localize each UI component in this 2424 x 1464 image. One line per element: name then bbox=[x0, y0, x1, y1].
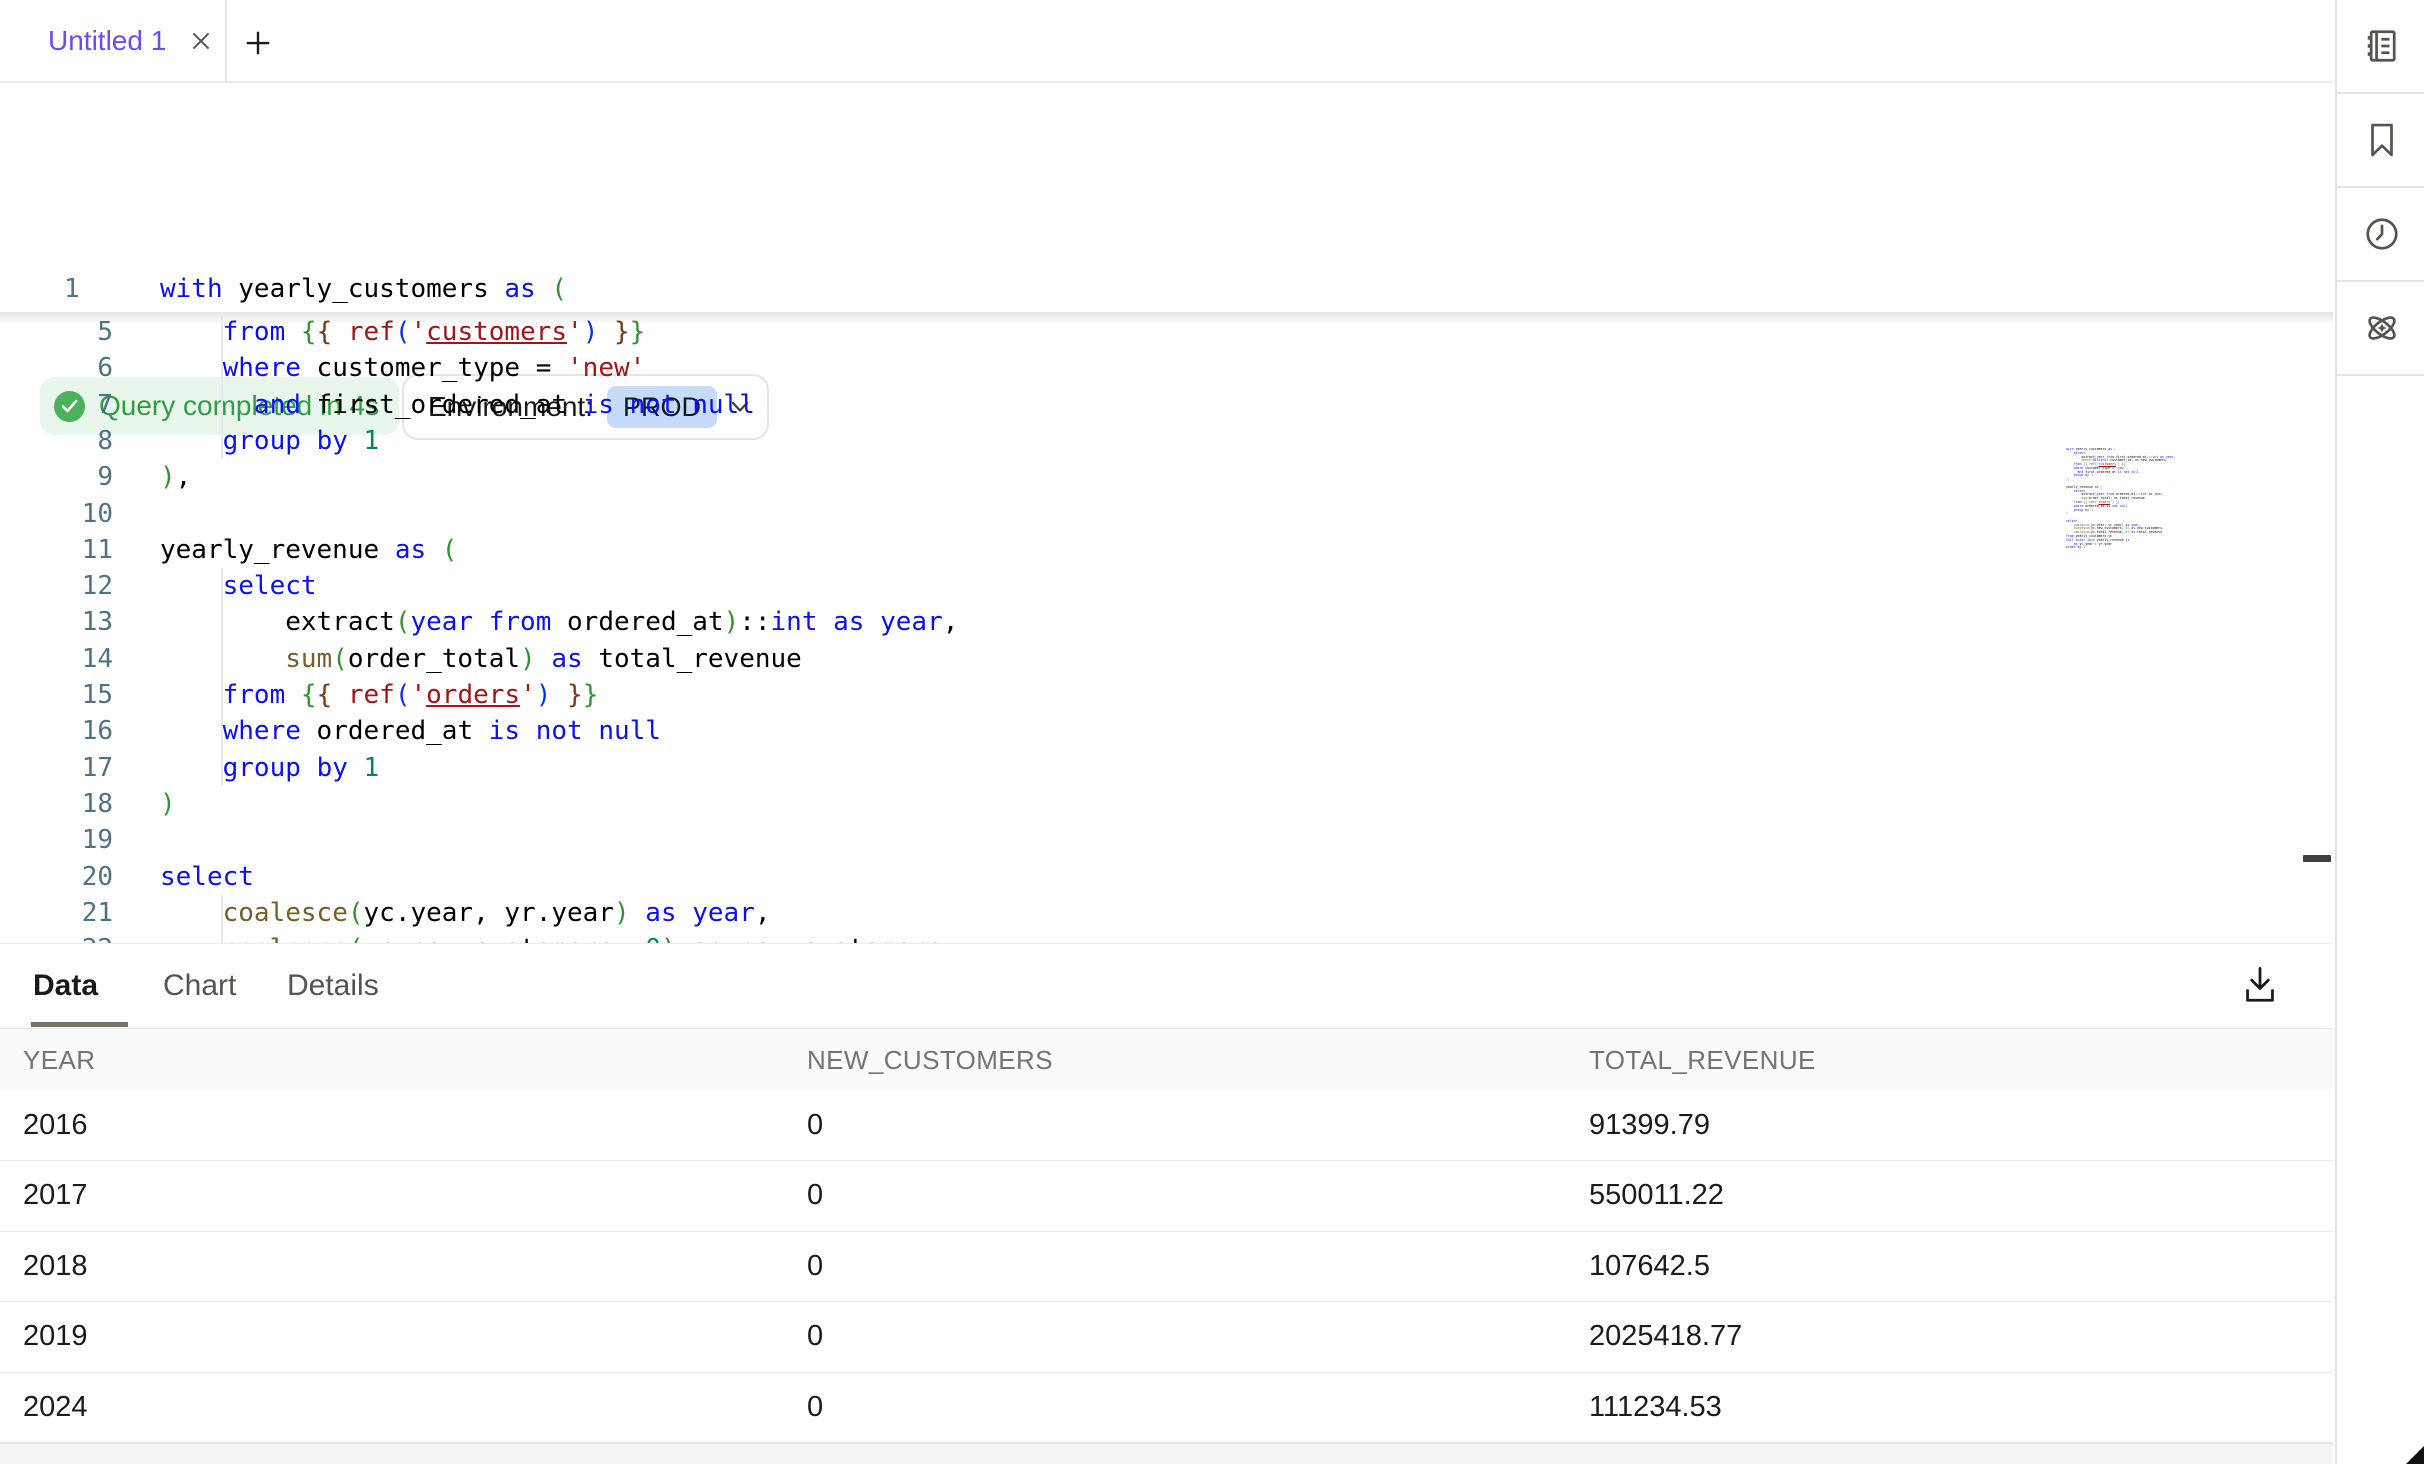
table-row: 2016 0 91399.79 bbox=[0, 1091, 2333, 1161]
code-viewport[interactable]: 5 from {{ ref('customers') }}6 where cus… bbox=[0, 314, 2333, 943]
results-tab-chart[interactable]: Chart bbox=[163, 944, 236, 1028]
cell: 2017 bbox=[23, 1161, 88, 1230]
code-line-19[interactable]: 19 bbox=[0, 822, 2333, 858]
divider bbox=[2337, 186, 2424, 188]
code-line-21[interactable]: 21 coalesce(yc.year, yr.year) as year, bbox=[0, 895, 2333, 931]
code-line-12[interactable]: 12 select bbox=[0, 568, 2333, 604]
tab-untitled-1[interactable]: Untitled 1 bbox=[0, 0, 227, 81]
cell: 2024 bbox=[23, 1373, 88, 1442]
notebook-outline-icon[interactable] bbox=[2363, 27, 2401, 65]
line-number: 18 bbox=[0, 786, 113, 822]
results-tab-details[interactable]: Details bbox=[287, 944, 379, 1028]
line-number: 1 bbox=[64, 266, 80, 312]
sql-ide-window: Untitled 1 Develop Run bbox=[0, 0, 2424, 1464]
line-number: 17 bbox=[0, 750, 113, 786]
cell: 2025418.77 bbox=[1589, 1302, 1742, 1371]
line-number: 7 bbox=[0, 387, 113, 423]
resize-corner[interactable] bbox=[2406, 1446, 2424, 1464]
horizontal-scrollbar-track[interactable] bbox=[0, 1443, 2333, 1464]
close-icon[interactable] bbox=[188, 28, 214, 54]
code-line-17[interactable]: 17 group by 1 bbox=[0, 750, 2333, 786]
line-number: 19 bbox=[0, 822, 113, 858]
column-header-year: YEAR bbox=[23, 1030, 95, 1091]
cell: 2018 bbox=[23, 1232, 88, 1301]
bookmark-icon[interactable] bbox=[2363, 121, 2401, 159]
line-number: 15 bbox=[0, 677, 113, 713]
code-line-6[interactable]: 6 where customer_type = 'new' bbox=[0, 350, 2333, 386]
minimap[interactable]: with yearly_customers as ( select extrac… bbox=[2066, 448, 2216, 556]
cell: 0 bbox=[807, 1232, 823, 1301]
download-icon[interactable] bbox=[2242, 964, 2278, 1006]
table-row: 2017 0 550011.22 bbox=[0, 1161, 2333, 1231]
code-line-15[interactable]: 15 from {{ ref('orders') }} bbox=[0, 677, 2333, 713]
line-number: 11 bbox=[0, 532, 113, 568]
sql-editor[interactable]: Query completed in 4s Environment: PROD … bbox=[0, 176, 2333, 943]
line-number: 9 bbox=[0, 459, 113, 495]
cell: 0 bbox=[807, 1091, 823, 1160]
copilot-sparkle-icon[interactable] bbox=[2363, 309, 2401, 347]
code-line-8[interactable]: 8 group by 1 bbox=[0, 423, 2333, 459]
toolbar: Develop Run bbox=[0, 83, 2333, 178]
code-line-13[interactable]: 13 extract(year from ordered_at)::int as… bbox=[0, 604, 2333, 640]
line-number: 8 bbox=[0, 423, 113, 459]
divider bbox=[2337, 280, 2424, 282]
results-panel: Details Chart Data YEAR NEW_CUSTOMERS TOTAL_… bbox=[0, 943, 2333, 1464]
divider bbox=[2337, 92, 2424, 94]
cell: 91399.79 bbox=[1589, 1091, 1710, 1160]
code-line-11[interactable]: 11yearly_revenue as ( bbox=[0, 532, 2333, 568]
cell: 0 bbox=[807, 1302, 823, 1371]
table-row: 2024 0 111234.53 bbox=[0, 1373, 2333, 1443]
right-sidebar bbox=[2335, 0, 2424, 1464]
line-number: 13 bbox=[0, 604, 113, 640]
line-number: 16 bbox=[0, 713, 113, 749]
cell: 550011.22 bbox=[1589, 1161, 1724, 1230]
cell: 0 bbox=[807, 1161, 823, 1230]
column-header-total_revenue: TOTAL_REVENUE bbox=[1589, 1030, 1816, 1091]
line-number: 10 bbox=[0, 496, 113, 532]
sticky-code-line[interactable]: 1with yearly_customers as ( bbox=[0, 266, 2333, 312]
tab-title[interactable]: Untitled 1 bbox=[48, 25, 166, 57]
table-header: YEAR NEW_CUSTOMERS TOTAL_REVENUE bbox=[0, 1030, 2333, 1092]
code-line-5[interactable]: 5 from {{ ref('customers') }} bbox=[0, 314, 2333, 350]
cell: 107642.5 bbox=[1589, 1232, 1710, 1301]
line-number: 20 bbox=[0, 859, 113, 895]
cell: 2019 bbox=[23, 1302, 88, 1371]
line-number: 5 bbox=[0, 314, 113, 350]
line-number: 6 bbox=[0, 350, 113, 386]
line-number: 14 bbox=[0, 641, 113, 677]
cell: 111234.53 bbox=[1589, 1373, 1722, 1442]
cell: 2016 bbox=[23, 1091, 88, 1160]
line-number: 22 bbox=[0, 931, 113, 943]
code-line-16[interactable]: 16 where ordered_at is not null bbox=[0, 713, 2333, 749]
divider bbox=[2337, 374, 2424, 376]
history-icon[interactable] bbox=[2363, 215, 2401, 253]
active-tab-underline bbox=[31, 1022, 128, 1027]
scrollbar-marker[interactable] bbox=[2303, 855, 2331, 862]
column-header-new_customers: NEW_CUSTOMERS bbox=[807, 1030, 1053, 1091]
new-tab-plus-icon[interactable] bbox=[243, 28, 273, 58]
line-number: 21 bbox=[0, 895, 113, 931]
cell: 0 bbox=[807, 1373, 823, 1442]
code-line-14[interactable]: 14 sum(order_total) as total_revenue bbox=[0, 641, 2333, 677]
table-row: 2019 0 2025418.77 bbox=[0, 1302, 2333, 1372]
code-line-20[interactable]: 20select bbox=[0, 859, 2333, 895]
results-tab-data[interactable]: Data bbox=[33, 944, 98, 1028]
results-tab-bar: Details Chart Data bbox=[0, 944, 2333, 1029]
table-body: 2016 0 91399.79 2017 0 550011.22 2018 0 107642.5… bbox=[0, 1091, 2333, 1443]
code-line-7[interactable]: 7 and first_ordered_at is not null bbox=[0, 387, 2333, 423]
code-line-10[interactable]: 10 bbox=[0, 496, 2333, 532]
tab-bar: Untitled 1 bbox=[0, 0, 2333, 83]
table-row: 2018 0 107642.5 bbox=[0, 1232, 2333, 1302]
code-line-22[interactable]: 22 coalesce(yc.new_customers, 0) as new_… bbox=[0, 931, 2333, 943]
code-line-18[interactable]: 18) bbox=[0, 786, 2333, 822]
code-line-9[interactable]: 9), bbox=[0, 459, 2333, 495]
line-number: 12 bbox=[0, 568, 113, 604]
